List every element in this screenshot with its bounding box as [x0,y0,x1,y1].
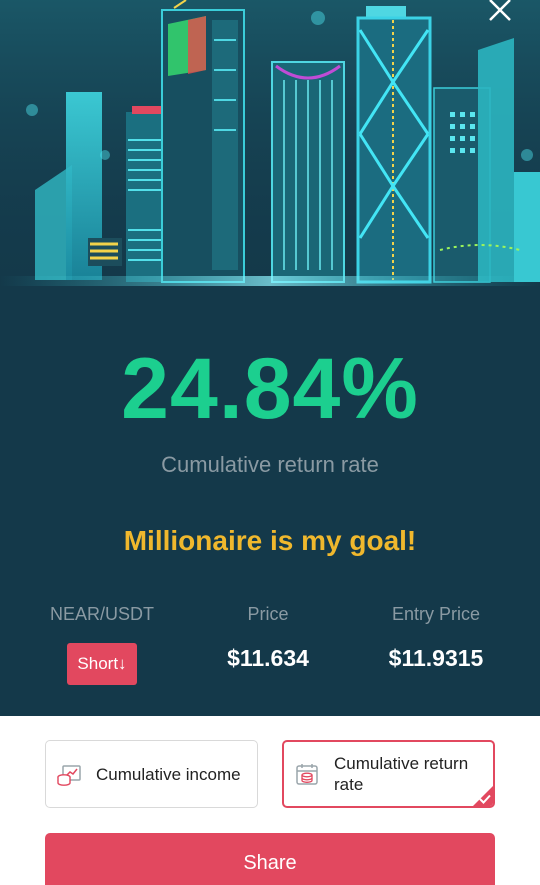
return-rate-value: 24.84% [121,341,419,437]
price-label: Price [247,604,289,624]
option-label: Cumulative income [96,764,241,784]
direction-badge: Short↓ [67,643,137,685]
close-button[interactable] [482,0,518,28]
share-button[interactable]: Share [45,833,495,885]
share-card: 24.84% Cumulative return rate Millionair… [0,0,540,716]
entry-price-label: Entry Price [391,604,481,624]
entry-price-column: Entry Price $11.9315 [346,604,526,672]
pair-label: NEAR/USDT [49,604,154,624]
option-cumulative-income[interactable]: Cumulative income [45,740,258,808]
entry-price-value: $11.9315 [388,645,484,671]
calendar-coins-icon [296,764,318,785]
share-screen: 24.84% Cumulative return rate Millionair… [0,0,540,885]
slogan: Millionaire is my goal! [123,525,417,556]
checkmark-icon [479,794,491,804]
price-value: $11.634 [227,645,309,671]
return-rate-label: Cumulative return rate [161,452,379,477]
option-cumulative-return-rate[interactable]: Cumulative return rate [282,740,495,808]
city-skyline-illustration [0,0,540,300]
price-column: Price $11.634 [178,604,358,672]
pair-column: NEAR/USDT Short↓ [12,604,192,685]
income-chart-icon [57,765,81,786]
close-icon [489,0,511,21]
option-label: Cumulative return rate [334,754,469,794]
